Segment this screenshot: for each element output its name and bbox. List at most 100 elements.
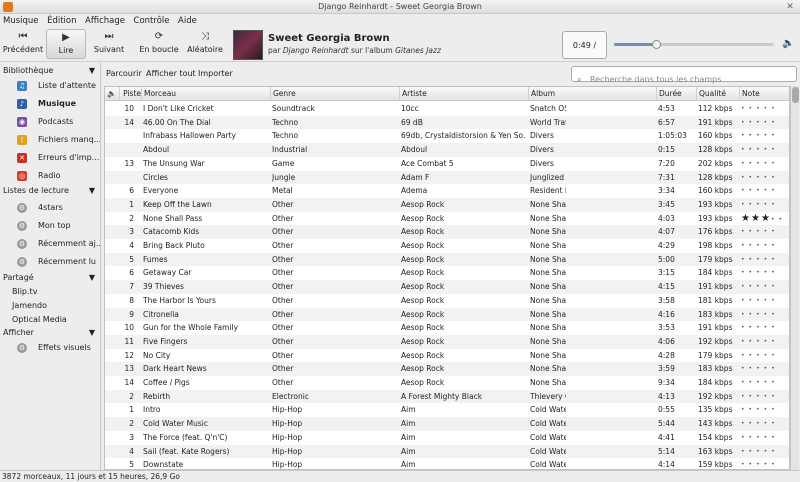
sidebar-display-header-collapse-icon[interactable]: ▼ [89,327,95,339]
rating-stars[interactable]: ••••• [741,129,789,143]
seek-handle[interactable] [651,40,661,49]
sidebar-item-playlist-0[interactable]: ⚙ 4stars [0,200,100,216]
menu-aide[interactable]: Aide [178,16,197,26]
rating-stars[interactable]: ••••• [741,445,789,459]
column-header-artiste[interactable]: Artiste [399,87,528,101]
rating-stars[interactable]: ★★★•• [741,212,789,227]
column-header-morceau[interactable]: Morceau [141,87,270,101]
rating-stars[interactable]: ••••• [741,376,789,390]
table-row[interactable]: 10 I Don't Like Cricket Soundtrack 10cc Snat… [105,102,789,116]
table-row[interactable]: 1 Intro Hip-Hop Aim Cold Water Music 0:55 135 … [105,403,789,417]
sidebar-item-library-3[interactable]: ! Fichiers manq... [0,132,100,148]
rating-stars[interactable]: ••••• [741,116,789,130]
album-art[interactable] [233,30,263,60]
rating-stars[interactable]: ••••• [741,184,789,198]
close-icon[interactable]: ✕ [784,1,796,13]
sidebar-playlists-header[interactable]: Listes de lecture ▼ [3,185,98,197]
table-row[interactable]: 6 Getaway Car Other Aesop Rock None Shall Pa… [105,266,789,280]
sidebar-item-display-0[interactable]: ⚙ Effets visuels [0,340,100,356]
next-button[interactable]: ⏭ Suivant [90,29,128,59]
sidebar-playlists-header-collapse-icon[interactable]: ▼ [89,185,95,197]
table-row[interactable]: 11 Five Fingers Other Aesop Rock None Shall … [105,334,789,349]
sidebar-item-shared-2[interactable]: Optical Media [0,312,100,328]
rating-stars[interactable]: ••••• [741,362,789,376]
table-row[interactable]: 14 46.00 On The Dial Techno 69 dB World Trav… [105,115,789,130]
scroll-thumb[interactable] [792,87,799,103]
sidebar-item-library-4[interactable]: ✕ Erreurs d'imp... [0,150,100,166]
table-scrollbar[interactable] [790,86,799,470]
table-row[interactable]: 3 Catacomb Kids Other Aesop Rock None Shall … [105,225,789,239]
rating-stars[interactable]: ••••• [741,225,789,239]
rating-stars[interactable]: ••••• [741,431,789,445]
sidebar-library-header-collapse-icon[interactable]: ▼ [89,65,95,77]
search-input[interactable]: ⌕ Recherche dans tous les champs [571,66,797,84]
table-row[interactable]: 2 None Shall Pass Other Aesop Rock None Shal… [105,212,789,227]
sidebar-item-playlist-1[interactable]: ⚙ Mon top [0,218,100,234]
menu-affichage[interactable]: Affichage [85,16,125,26]
table-row[interactable]: 9 Citronella Other Aesop Rock None Shall Pas… [105,307,789,322]
play-button[interactable]: ▶ Lire [46,29,86,59]
table-row[interactable]: 4 Bring Back Pluto Other Aesop Rock None Sha… [105,239,789,253]
seek-slider[interactable] [614,40,774,49]
rating-stars[interactable]: ••••• [741,143,789,157]
table-row[interactable]: 13 The Unsung War Game Ace Combat 5 Divers 7:… [105,157,789,171]
rating-stars[interactable]: ••••• [741,349,789,363]
rating-stars[interactable]: ••••• [741,321,789,335]
table-row[interactable]: 5 Fumes Other Aesop Rock None Shall Pass 5:00… [105,252,789,267]
rating-stars[interactable]: ••••• [741,157,789,171]
sidebar-item-playlist-2[interactable]: ⚙ Récemment aj... [0,236,100,252]
import-button[interactable]: Importer [198,69,233,78]
column-header-piste[interactable]: Piste [119,87,141,101]
shuffle-button[interactable]: ⤨ Aléatoire [184,29,226,59]
table-row[interactable]: 2 Cold Water Music Hip-Hop Aim Cold Water Mu… [105,417,789,431]
rating-stars[interactable]: ••••• [741,403,789,417]
rating-stars[interactable]: ••••• [741,308,789,322]
rating-stars[interactable]: ••••• [741,294,789,308]
rating-stars[interactable]: ••••• [741,239,789,253]
table-row[interactable]: Circles Jungle Adam F Junglized 7:31 128 kbps… [105,170,789,185]
rating-stars[interactable]: ••••• [741,102,789,116]
rating-stars[interactable]: ••••• [741,198,789,212]
sidebar-item-library-5[interactable]: ◎ Radio [0,168,100,184]
rating-stars[interactable]: ••••• [741,171,789,185]
menu-controle[interactable]: Contrôle [134,16,170,26]
column-header-qualité[interactable]: Qualité [696,87,739,101]
sidebar-library-header[interactable]: Bibliothèque ▼ [3,65,98,77]
volume-icon[interactable]: 🔈 [782,38,794,49]
column-header-genre[interactable]: Genre [270,87,399,101]
column-header-durée[interactable]: Durée [656,87,696,101]
table-row[interactable]: 7 39 Thieves Other Aesop Rock None Shall Pas… [105,280,789,294]
table-row[interactable]: 4 Sail (feat. Kate Rogers) Hip-Hop Aim Cold … [105,444,789,459]
sidebar-shared-header[interactable]: Partagé ▼ [3,272,98,284]
rating-stars[interactable]: ••••• [741,335,789,349]
table-row[interactable]: 5 Downstate Hip-Hop Aim Cold Water Music 4:14… [105,458,789,469]
table-row[interactable]: 12 No City Other Aesop Rock None Shall Pass 4… [105,349,789,363]
show-all-button[interactable]: Afficher tout [146,69,196,78]
table-row[interactable]: 10 Gun for the Whole Family Other Aesop Roc… [105,321,789,335]
rating-stars[interactable]: ••••• [741,280,789,294]
rating-stars[interactable]: ••••• [741,253,789,267]
table-row[interactable]: 6 Everyone Metal Adema Resident Evil: Music … [105,184,789,198]
column-header-album[interactable]: Album [528,87,656,101]
repeat-button[interactable]: ⟳ En boucle [136,29,182,59]
rating-stars[interactable]: ••••• [741,390,789,404]
sidebar-shared-header-collapse-icon[interactable]: ▼ [89,272,95,284]
browse-button[interactable]: Parcourir [106,69,142,78]
now-playing-column-icon[interactable]: 🔈 [105,87,119,101]
table-row[interactable]: 2 Rebirth Electronic A Forest Mighty Black T… [105,389,789,404]
table-row[interactable]: 1 Keep Off the Lawn Other Aesop Rock None Sh… [105,197,789,212]
sidebar-display-header[interactable]: Afficher ▼ [3,327,98,339]
rating-stars[interactable]: ••••• [741,266,789,280]
previous-button[interactable]: ⏮ Précédent [2,29,44,59]
sidebar-item-library-0[interactable]: ♫ Liste d'attente [0,78,100,94]
sidebar-item-library-2[interactable]: ◉ Podcasts [0,114,100,130]
rating-stars[interactable]: ••••• [741,458,789,469]
table-row[interactable]: 8 The Harbor Is Yours Other Aesop Rock None … [105,294,789,308]
table-row[interactable]: Abdoul Industrial Abdoul Divers 0:15 128 kbps… [105,143,789,157]
menu-musique[interactable]: Musique [3,16,39,26]
sidebar-item-library-1[interactable]: ♪ Musique [0,96,100,112]
rating-stars[interactable]: ••••• [741,417,789,431]
menu-edition[interactable]: Édition [47,16,76,26]
column-header-note[interactable]: Note [739,87,789,101]
table-row[interactable]: 14 Coffee / Pigs Other Aesop Rock None Shall… [105,376,789,390]
